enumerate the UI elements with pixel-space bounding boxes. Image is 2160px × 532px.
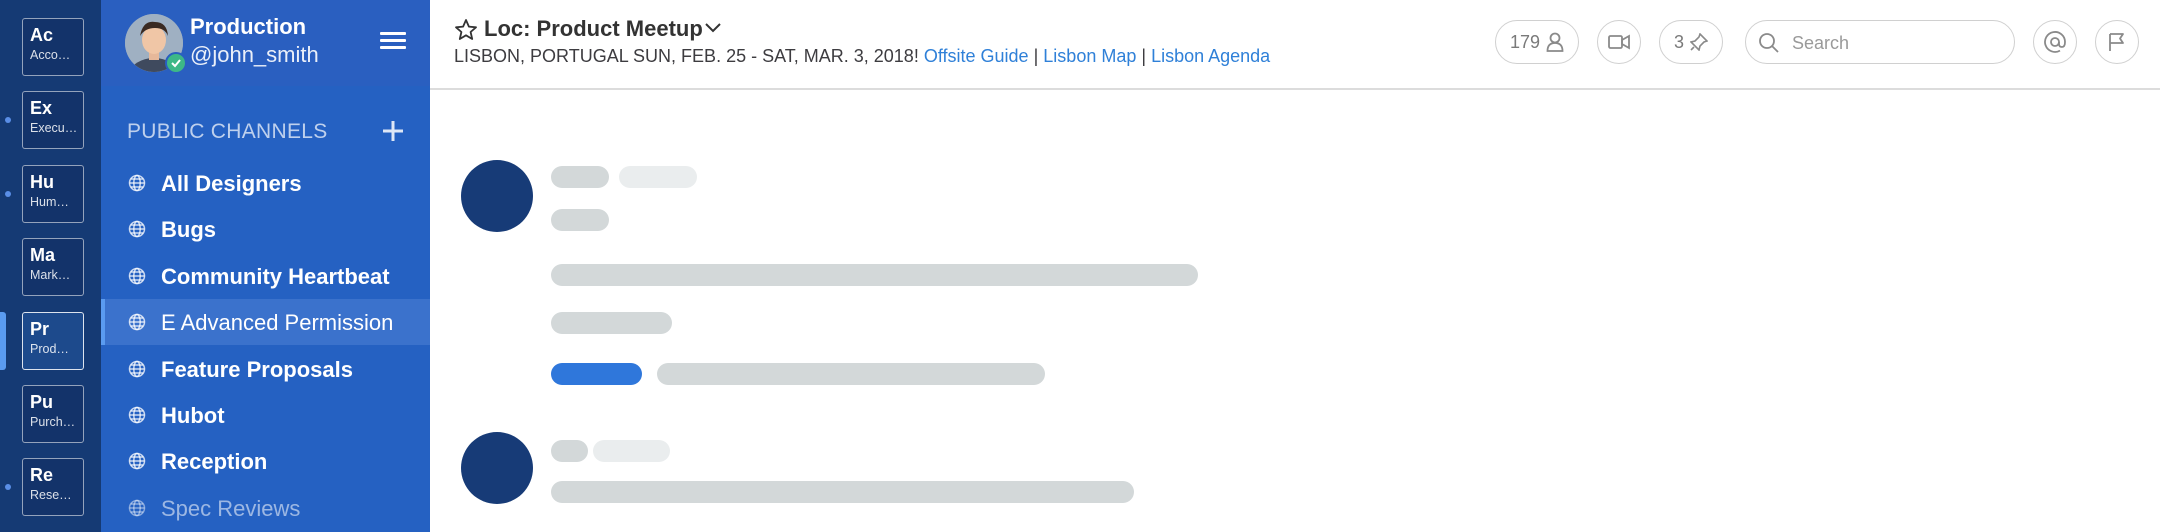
team-short-name: Prod… xyxy=(30,342,69,356)
team-initials: Pu xyxy=(30,392,54,412)
channel-label: All Designers xyxy=(161,171,302,196)
unread-indicator xyxy=(5,484,11,490)
channel-title[interactable]: Loc: Product Meetup xyxy=(484,16,703,42)
skeleton-line xyxy=(551,481,1134,503)
pinned-count: 3 xyxy=(1673,31,1684,52)
channel-label: Community Heartbeat xyxy=(161,263,390,289)
channel-item[interactable]: Reception xyxy=(101,438,430,484)
online-status-icon xyxy=(165,52,187,74)
team-initials: Re xyxy=(30,465,54,485)
channel-header: Loc: Product Meetup LISBON, PORTUGAL SUN… xyxy=(430,0,2160,90)
team-initials: Ma xyxy=(30,245,56,265)
unread-indicator xyxy=(5,191,11,197)
channel-label: Hubot xyxy=(161,403,225,428)
team-sidebar: Ac Acco… Ex Execu… Hu Hum… Ma Mark… Pr Prod… Pu Pur… xyxy=(0,0,101,532)
team-button[interactable]: Ma Mark… xyxy=(22,238,84,296)
offsite-guide-link[interactable]: Offsite Guide xyxy=(924,46,1029,66)
channel-label: Spec Reviews xyxy=(161,495,301,521)
team-short-name: Purch… xyxy=(30,415,76,429)
team-initials: Hu xyxy=(30,172,54,192)
add-channel-icon[interactable] xyxy=(380,118,406,144)
team-button[interactable]: Pu Purch… xyxy=(22,385,84,443)
globe-icon xyxy=(128,406,146,424)
channel-item[interactable]: All Designers xyxy=(101,160,430,206)
skeleton-line xyxy=(551,166,609,188)
search-input[interactable] xyxy=(1792,29,2002,57)
skeleton-line xyxy=(551,440,588,462)
globe-icon xyxy=(128,174,146,192)
globe-icon xyxy=(128,313,146,331)
active-team-indicator xyxy=(0,312,6,370)
search-box[interactable] xyxy=(1745,20,2015,64)
skeleton-line xyxy=(551,363,642,385)
team-name: Production xyxy=(190,14,307,39)
member-count: 179 xyxy=(1509,31,1541,52)
public-channels-heading: PUBLIC CHANNELS xyxy=(127,120,328,143)
skeleton-avatar xyxy=(461,432,533,504)
team-short-name: Acco… xyxy=(30,48,71,62)
flagged-posts-button[interactable] xyxy=(2095,20,2139,64)
skeleton-line xyxy=(593,440,670,462)
channel-item[interactable]: Spec Reviews xyxy=(101,485,430,531)
channel-item[interactable]: E Advanced Permission xyxy=(101,299,430,346)
globe-icon xyxy=(128,452,146,470)
chevron-down-icon[interactable] xyxy=(704,21,722,35)
team-short-name: Hum… xyxy=(30,195,69,209)
video-call-button[interactable] xyxy=(1597,20,1641,64)
team-button[interactable]: Hu Hum… xyxy=(22,165,84,223)
mentions-button[interactable] xyxy=(2033,20,2077,64)
lisbon-agenda-link[interactable]: Lisbon Agenda xyxy=(1151,46,1270,66)
team-button[interactable]: Ac Acco… xyxy=(22,18,84,76)
skeleton-line xyxy=(551,312,672,334)
team-initials: Pr xyxy=(30,319,50,339)
team-button[interactable]: Ex Execu… xyxy=(22,91,84,149)
at-mention-icon xyxy=(2044,31,2066,53)
channel-label: Reception xyxy=(161,449,268,475)
channel-sidebar: Production @john_smith PUBLIC CHANNELS A… xyxy=(101,0,430,532)
channel-purpose: LISBON, PORTUGAL SUN, FEB. 25 - SAT, MAR… xyxy=(454,46,1270,67)
channel-label: Bugs xyxy=(161,217,216,243)
member-icon xyxy=(1546,32,1564,52)
username: @john_smith xyxy=(190,42,319,67)
skeleton-avatar xyxy=(461,160,533,232)
skeleton-line xyxy=(619,166,697,188)
pin-icon xyxy=(1690,33,1708,51)
separator: | xyxy=(1033,46,1039,66)
skeleton-line xyxy=(551,209,609,231)
team-initials: Ex xyxy=(30,98,53,118)
globe-icon xyxy=(128,499,146,517)
channel-label: E Advanced Permission xyxy=(161,310,394,336)
channel-label: Feature Proposals xyxy=(161,356,353,382)
team-short-name: Mark… xyxy=(30,268,71,282)
hamburger-menu-icon[interactable] xyxy=(380,32,406,52)
channel-item[interactable]: Bugs xyxy=(101,206,430,252)
team-button[interactable]: Re Rese… xyxy=(22,458,84,516)
globe-icon xyxy=(128,220,146,238)
separator: | xyxy=(1141,46,1147,66)
team-short-name: Rese… xyxy=(30,488,72,502)
video-camera-icon xyxy=(1608,34,1630,50)
channel-item[interactable]: Community Heartbeat xyxy=(101,253,430,299)
sidebar-header: Production @john_smith xyxy=(101,0,430,86)
globe-icon xyxy=(128,360,146,378)
team-button[interactable]: Pr Prod… xyxy=(22,312,84,370)
skeleton-line xyxy=(551,264,1198,286)
channel-item[interactable]: Feature Proposals xyxy=(101,346,430,392)
unread-indicator xyxy=(5,117,11,123)
member-count-button[interactable]: 179 xyxy=(1495,20,1579,64)
lisbon-map-link[interactable]: Lisbon Map xyxy=(1043,46,1136,66)
flag-icon xyxy=(2109,33,2124,51)
favorite-star-icon[interactable] xyxy=(454,18,478,42)
team-initials: Ac xyxy=(30,25,54,45)
skeleton-line xyxy=(657,363,1045,385)
search-icon xyxy=(1759,33,1779,53)
team-short-name: Execu… xyxy=(30,121,78,135)
pinned-posts-button[interactable]: 3 xyxy=(1659,20,1723,64)
channel-item[interactable]: Hubot xyxy=(101,392,430,438)
purpose-text: LISBON, PORTUGAL SUN, FEB. 25 - SAT, MAR… xyxy=(454,46,919,66)
globe-icon xyxy=(128,267,146,285)
